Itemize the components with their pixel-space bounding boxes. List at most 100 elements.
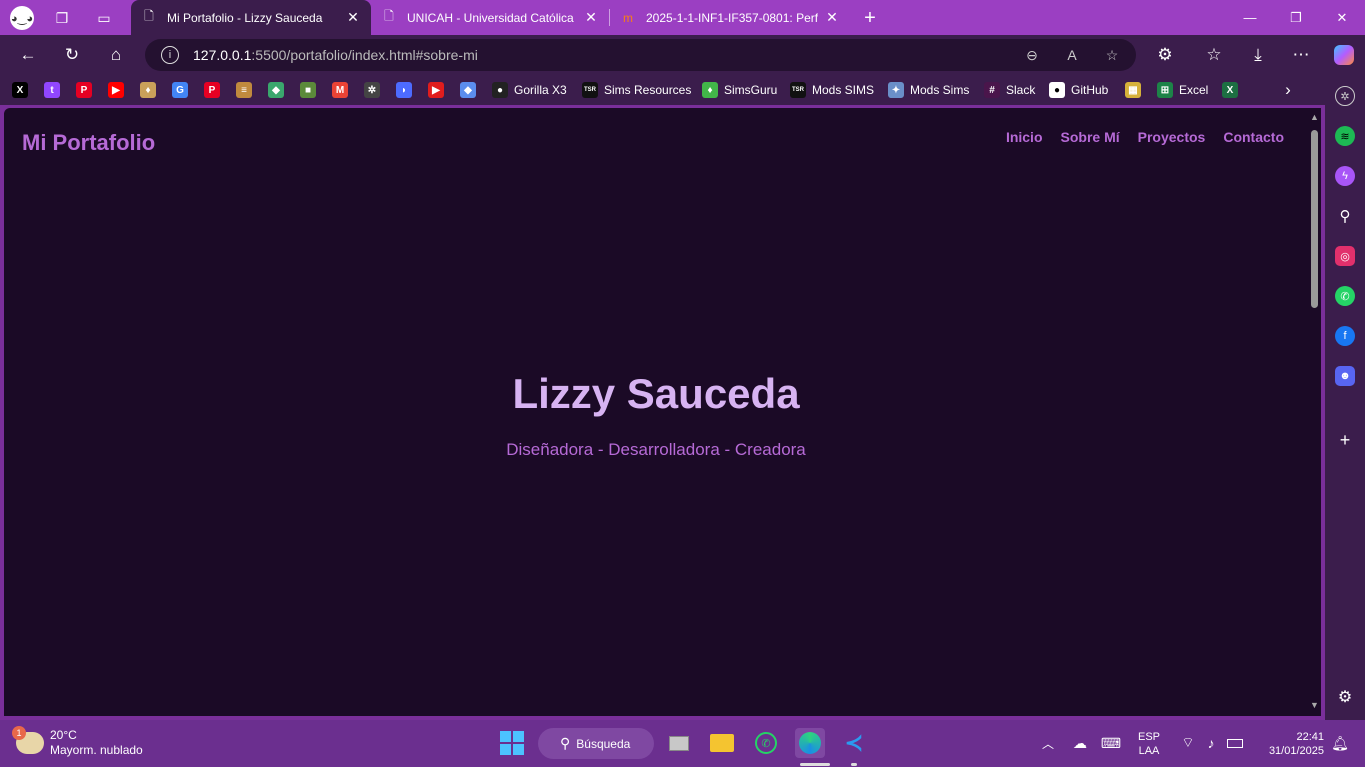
bookmark-item[interactable]: ▦ (1125, 81, 1141, 99)
play-icon: ▶ (428, 82, 444, 98)
bookmark-item[interactable]: ♦ SimsGuru (702, 81, 777, 99)
bookmark-item[interactable]: G (172, 81, 188, 99)
bookmark-item[interactable]: ● Gorilla X3 (492, 81, 567, 99)
bookmark-item[interactable]: ◆ (460, 81, 476, 99)
keyboard-icon[interactable]: ⌨ (1096, 728, 1126, 758)
tab-moodle[interactable]: m 2025-1-1-INF1-IF357-0801: Perfil ✕ (610, 0, 850, 35)
page-icon: 🗋 (144, 9, 154, 23)
language-indicator[interactable]: ESP LAA (1134, 730, 1164, 758)
tab-title: UNICAH - Universidad Católica de (407, 10, 577, 25)
deepseek-icon: ◗ (396, 82, 412, 98)
workspaces-icon[interactable]: ❐ (50, 6, 74, 30)
profile-avatar[interactable]: ◕‿◕ (10, 6, 34, 30)
facebook-icon[interactable]: f (1335, 326, 1355, 346)
read-aloud-icon[interactable]: A (1063, 46, 1081, 64)
spotify-icon[interactable]: ≋ (1335, 126, 1355, 146)
bookmark-item[interactable]: ⊞ Excel (1157, 81, 1208, 99)
bookmark-label: GitHub (1071, 83, 1109, 97)
extensions-icon[interactable]: ⚙ (1150, 40, 1180, 70)
file-explorer-icon[interactable] (707, 728, 737, 758)
bookmark-item[interactable]: M (332, 81, 348, 99)
close-icon[interactable]: ✕ (824, 9, 840, 26)
messenger-icon[interactable]: ϟ (1335, 166, 1355, 186)
whatsapp-icon[interactable]: ✆ (751, 728, 781, 758)
weather-widget[interactable]: 1 20°C Mayorm. nublado (12, 726, 143, 758)
bookmark-item[interactable]: # Slack (984, 81, 1035, 99)
scroll-thumb[interactable] (1311, 130, 1318, 308)
minimize-button[interactable]: — (1227, 0, 1273, 35)
copilot-icon[interactable] (1329, 40, 1359, 70)
url-text[interactable]: 127.0.0.1:5500/portafolio/index.html#sob… (193, 47, 478, 63)
new-tab-button[interactable]: + (858, 6, 882, 30)
bookmark-item[interactable]: ● GitHub (1049, 81, 1108, 99)
bookmark-item[interactable]: ◆ (268, 81, 284, 99)
bookmark-item[interactable]: ▶ (428, 81, 444, 99)
bookmark-item[interactable]: ▶ (108, 81, 124, 99)
back-button[interactable]: ← (13, 40, 43, 70)
site-logo[interactable]: Mi Portafolio (22, 130, 155, 156)
bookmark-item[interactable]: ♦ (140, 81, 156, 99)
more-menu-icon[interactable]: ⋯ (1286, 40, 1316, 70)
notifications-bell-icon[interactable]: 🔔︎ (1325, 728, 1355, 758)
site-info-icon[interactable]: i (161, 46, 179, 64)
window-close-button[interactable]: ✕ (1319, 0, 1365, 35)
clock[interactable]: 22:41 31/01/2025 (1254, 730, 1324, 758)
page-icon: 🗋 (384, 9, 394, 23)
discord-icon[interactable]: ☻ (1335, 366, 1355, 386)
bookmark-item[interactable]: TSR Mods SIMS (790, 81, 874, 99)
hero-subtitle: Diseñadora - Desarrolladora - Creadora (506, 440, 806, 459)
nav-inicio[interactable]: Inicio (1006, 129, 1043, 145)
bookmark-item[interactable]: ✦ Mods Sims (888, 81, 969, 99)
restore-button[interactable]: ❐ (1273, 0, 1319, 35)
bookmark-item[interactable]: t (44, 81, 60, 99)
tab-actions-icon[interactable]: ▭ (92, 6, 116, 30)
add-icon[interactable]: + (1335, 430, 1355, 450)
page-scrollbar[interactable]: ▲ ▼ (1308, 108, 1321, 716)
bookmark-item[interactable]: ◗ (396, 81, 412, 99)
zoom-icon[interactable]: ⊖ (1023, 46, 1041, 64)
home-button[interactable]: ⌂ (101, 40, 131, 70)
bookmark-item[interactable]: ✲ (364, 81, 380, 99)
nav-sobre-mi[interactable]: Sobre Mí (1061, 129, 1120, 145)
refresh-button[interactable]: ↻ (57, 40, 87, 70)
battery-icon[interactable] (1220, 728, 1250, 758)
chevron-up-icon[interactable]: ︿ (1033, 728, 1063, 758)
tab-mi-portafolio[interactable]: 🗋 Mi Portafolio - Lizzy Sauceda ✕ (131, 0, 371, 35)
favorites-icon[interactable]: ☆ (1199, 40, 1229, 70)
vscode-icon[interactable]: ≺ (839, 728, 869, 758)
close-icon[interactable]: ✕ (345, 9, 361, 26)
keyboard-layout: LAA (1138, 745, 1160, 757)
bookmark-item[interactable]: ■ (300, 81, 316, 99)
bookmark-item[interactable]: P (204, 81, 220, 99)
tab-unicah[interactable]: 🗋 UNICAH - Universidad Católica de ✕ (371, 0, 609, 35)
excel-x-icon: X (1222, 82, 1238, 98)
bookmark-item[interactable]: TSR Sims Resources (582, 81, 691, 99)
address-bar[interactable]: i 127.0.0.1:5500/portafolio/index.html#s… (145, 39, 1136, 71)
downloads-icon[interactable]: ⤓ (1243, 40, 1273, 70)
start-button[interactable] (497, 728, 527, 758)
bookmark-label: Slack (1006, 83, 1036, 97)
instagram-icon[interactable]: ◎ (1335, 246, 1355, 266)
openai-icon[interactable]: ✲ (1335, 86, 1355, 106)
bookmark-item[interactable]: X (12, 81, 28, 99)
task-view-icon[interactable] (664, 728, 694, 758)
search-icon[interactable]: ⚲ (1335, 206, 1355, 226)
taskbar: 1 20°C Mayorm. nublado ⚲ Búsqueda ✆ ≺ ︿ … (0, 720, 1365, 767)
bookmark-item[interactable]: ≡ (236, 81, 252, 99)
close-icon[interactable]: ✕ (583, 9, 599, 26)
onedrive-icon[interactable]: ☁ (1065, 728, 1095, 758)
youtube-icon: ▶ (108, 82, 124, 98)
taskbar-search[interactable]: ⚲ Búsqueda (538, 728, 654, 759)
clock-time: 22:41 (1296, 731, 1324, 743)
settings-icon[interactable]: ⚙ (1335, 687, 1355, 707)
whatsapp-icon[interactable]: ✆ (1335, 286, 1355, 306)
nav-proyectos[interactable]: Proyectos (1138, 129, 1206, 145)
favorite-star-icon[interactable]: ☆ (1103, 46, 1121, 64)
bookmark-item[interactable]: P (76, 81, 92, 99)
edge-icon[interactable] (795, 728, 825, 758)
scroll-up-icon[interactable]: ▲ (1309, 112, 1320, 122)
scroll-down-icon[interactable]: ▼ (1309, 700, 1320, 710)
bookmark-item[interactable]: X (1222, 81, 1238, 99)
nav-contacto[interactable]: Contacto (1223, 129, 1284, 145)
chevron-right-icon[interactable]: › (1273, 75, 1303, 105)
